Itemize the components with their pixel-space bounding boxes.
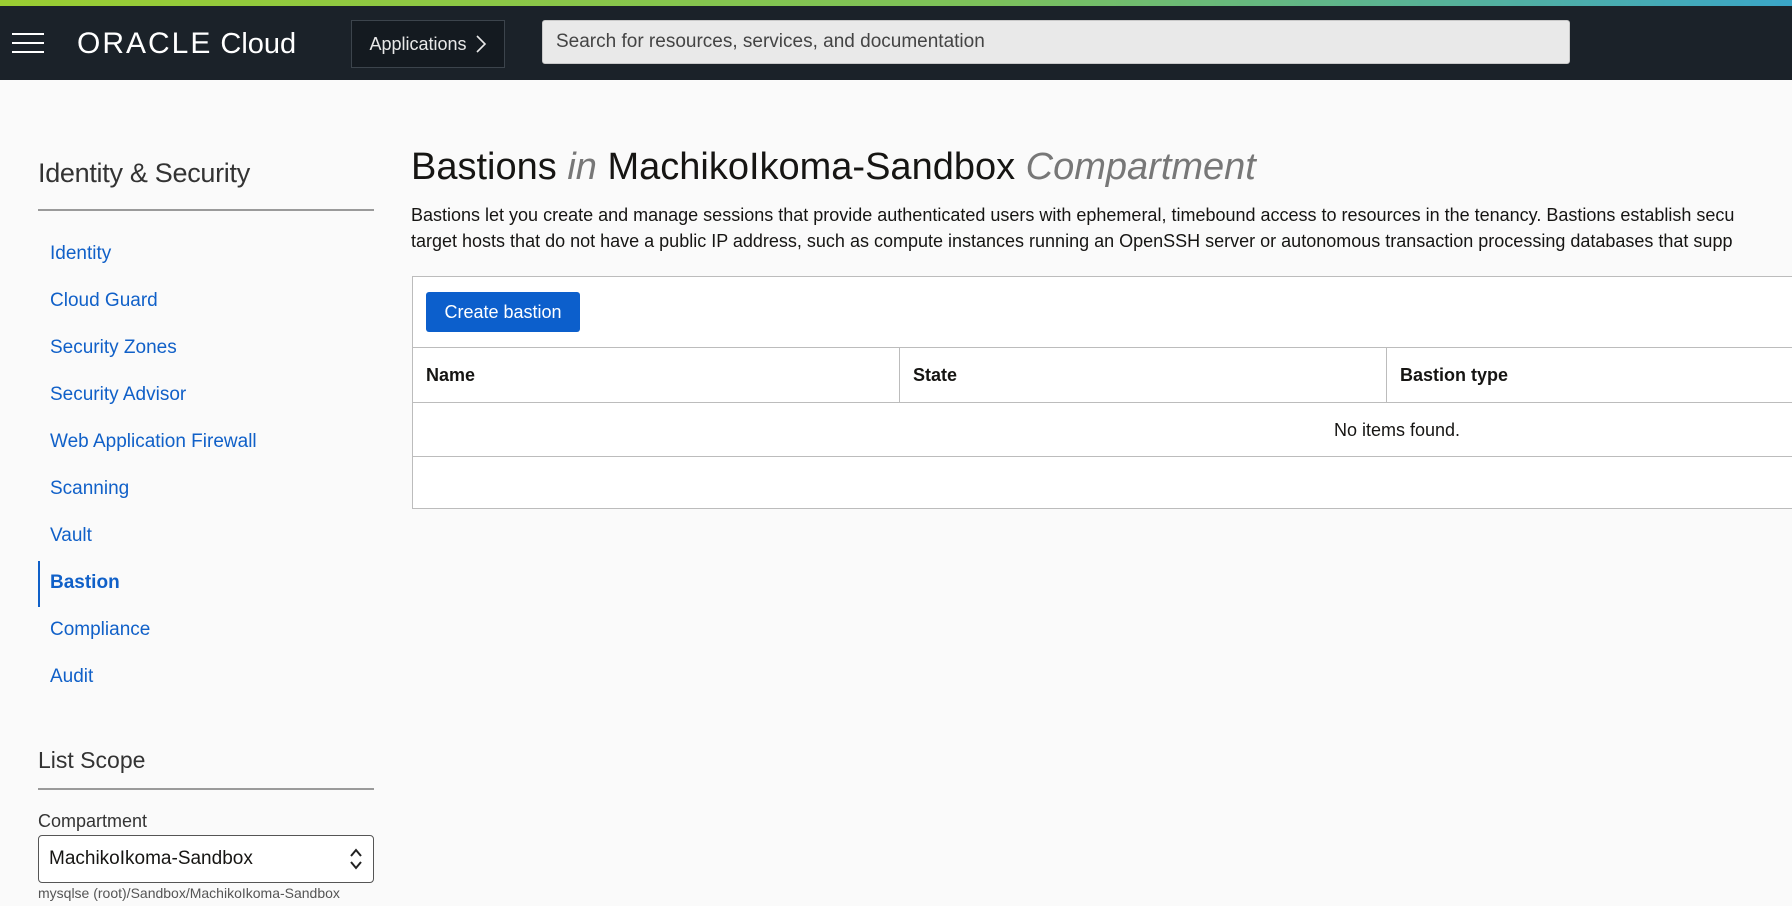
applications-button[interactable]: Applications [351, 20, 505, 68]
table-header: Name State Bastion type [413, 347, 1792, 403]
sidebar-nav: Identity Cloud Guard Security Zones Secu… [38, 230, 374, 700]
column-header-state[interactable]: State [900, 348, 1387, 402]
page-title-suffix: Compartment [1025, 146, 1256, 188]
sidebar-item-bastion[interactable]: Bastion [38, 559, 374, 607]
sidebar-item-identity[interactable]: Identity [38, 230, 374, 277]
column-header-name[interactable]: Name [413, 348, 900, 402]
compartment-select-value: MachikoIkoma-Sandbox [49, 848, 253, 869]
bastions-table-panel: Create bastion Name State Bastion type N… [412, 276, 1792, 509]
column-header-bastion-type[interactable]: Bastion type [1387, 348, 1792, 402]
sidebar-title: Identity & Security [38, 158, 250, 188]
sidebar-divider [38, 209, 374, 211]
compartment-path: mysqlse (root)/Sandbox/MachikoIkoma-Sand… [38, 885, 340, 901]
logo-cloud-text: Cloud [220, 28, 297, 60]
sidebar-item-compliance[interactable]: Compliance [38, 606, 374, 653]
sidebar-item-web-application-firewall[interactable]: Web Application Firewall [38, 418, 374, 465]
sidebar-item-vault[interactable]: Vault [38, 512, 374, 559]
page-title-resource: Bastions [411, 146, 557, 188]
sidebar-item-security-zones[interactable]: Security Zones [38, 324, 374, 371]
oracle-cloud-logo[interactable]: ORACLE Cloud [77, 27, 296, 61]
description-line-2: target hosts that do not have a public I… [411, 231, 1733, 251]
menu-icon[interactable] [12, 33, 44, 55]
page-title-compartment: MachikoIkoma-Sandbox [607, 146, 1016, 188]
page-title-in: in [567, 146, 597, 188]
select-updown-icon [350, 848, 362, 870]
page-title: Bastions in MachikoIkoma-Sandbox Compart… [411, 146, 1256, 189]
create-bastion-button[interactable]: Create bastion [426, 292, 580, 332]
sidebar-item-cloud-guard[interactable]: Cloud Guard [38, 277, 374, 324]
list-scope-divider [38, 788, 374, 790]
chevron-right-icon [475, 35, 486, 53]
top-navigation-bar: ORACLE Cloud Applications [0, 6, 1792, 80]
logo-oracle-text: ORACLE [77, 27, 213, 60]
empty-message: No items found. [1334, 420, 1461, 440]
sidebar-item-scanning[interactable]: Scanning [38, 465, 374, 512]
sidebar-item-security-advisor[interactable]: Security Advisor [38, 371, 374, 418]
sidebar-item-audit[interactable]: Audit [38, 653, 374, 700]
table-empty-row: No items found. [413, 403, 1792, 457]
applications-label: Applications [369, 33, 467, 54]
compartment-select[interactable]: MachikoIkoma-Sandbox [38, 835, 374, 883]
description-line-1: Bastions let you create and manage sessi… [411, 205, 1735, 225]
search-input[interactable] [542, 20, 1570, 64]
page-description: Bastions let you create and manage sessi… [411, 202, 1792, 254]
list-scope-title: List Scope [38, 747, 146, 773]
compartment-label: Compartment [38, 811, 148, 831]
